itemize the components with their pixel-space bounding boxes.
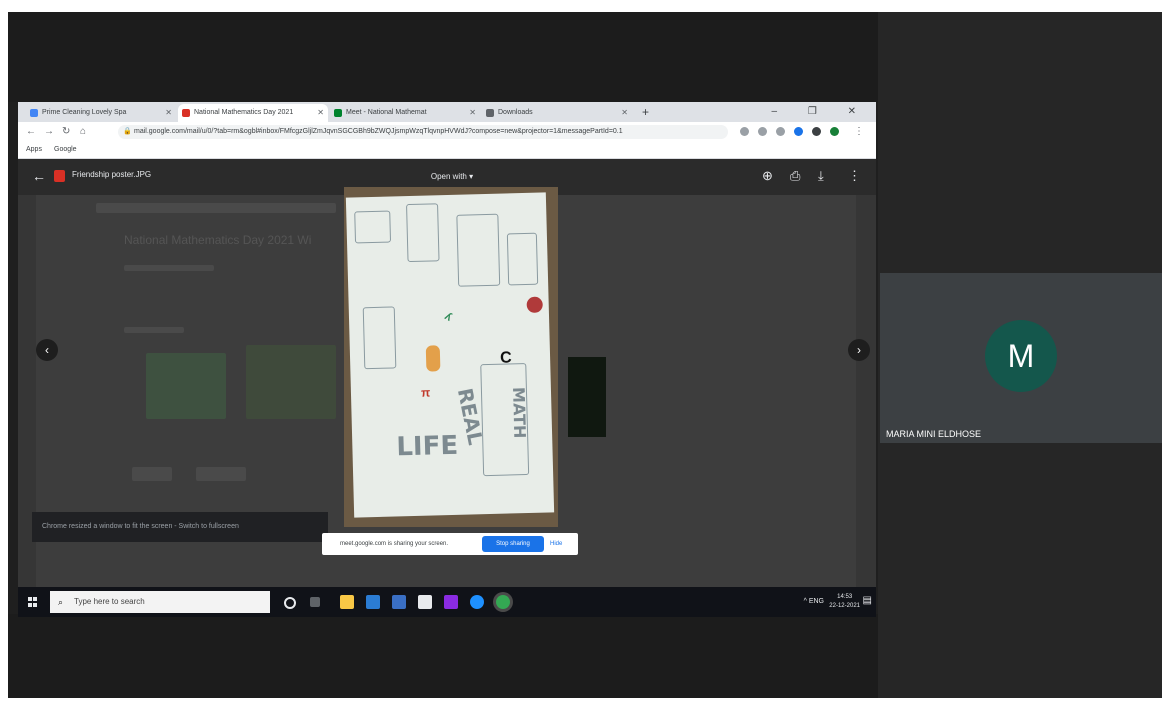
email-subject: National Mathematics Day 2021 Wi (124, 233, 312, 247)
poster-text: LIFE (396, 430, 459, 463)
open-with-button[interactable]: Open with ▾ (422, 167, 482, 187)
back-arrow-icon[interactable]: ← (26, 125, 36, 139)
image-file-icon (54, 170, 65, 182)
store-icon[interactable] (418, 595, 432, 609)
task-view-icon[interactable] (310, 597, 320, 607)
file-name: Friendship poster.JPG (72, 170, 152, 179)
shared-screen: Prime Cleaning Lovely Spa ✕ National Mat… (8, 12, 878, 698)
next-arrow-icon[interactable]: › (848, 339, 870, 361)
system-tray[interactable]: ^ ENG (804, 587, 824, 617)
address-bar[interactable]: 🔒 mail.google.com/mail/u/0/?tab=rm&ogbl#… (118, 125, 728, 139)
profile-avatar-icon[interactable] (830, 127, 839, 136)
mail-icon[interactable] (366, 595, 380, 609)
search-placeholder: Type here to search (74, 597, 145, 606)
forward-button[interactable] (196, 467, 246, 481)
more-menu-icon[interactable]: ⋮ (854, 125, 864, 139)
participant-name: MARIA MINI ELDHOSE (886, 429, 982, 439)
heart-drawing (526, 296, 543, 313)
tab-label: Prime Cleaning Lovely Spa (42, 109, 127, 116)
bookmark-apps[interactable]: Apps (26, 142, 42, 158)
home-icon[interactable]: ⌂ (80, 125, 86, 139)
chrome-notification[interactable]: Chrome resized a window to fit the scree… (32, 512, 328, 542)
reply-button[interactable] (132, 467, 172, 481)
browser-tab-3[interactable]: Meet - National Mathemat ✕ (330, 104, 480, 122)
extension-icon[interactable] (794, 127, 803, 136)
extension-icon[interactable] (758, 127, 767, 136)
close-icon[interactable]: ✕ (317, 104, 324, 122)
gmail-favicon-icon (182, 109, 190, 117)
forward-arrow-icon[interactable]: → (44, 125, 54, 139)
close-icon[interactable]: ✕ (621, 104, 628, 122)
windows-taskbar: ⌕ Type here to search ^ ENG 14:53 22-12-… (18, 587, 876, 617)
file-explorer-icon[interactable] (340, 595, 354, 609)
browser-toolbar: ← → ↻ ⌂ 🔒 mail.google.com/mail/u/0/?tab=… (18, 122, 876, 142)
share-message: meet.google.com is sharing your screen. (340, 541, 449, 547)
taskbar-clock[interactable]: 14:53 22-12-2021 (829, 593, 860, 611)
app-icon[interactable] (444, 595, 458, 609)
search-icon: ⌕ (58, 597, 64, 607)
tab-label: Downloads (498, 109, 533, 116)
extension-icon[interactable] (740, 127, 749, 136)
screen-share-bar: meet.google.com is sharing your screen. … (322, 533, 578, 555)
notifications-icon[interactable]: ▤ (863, 595, 872, 606)
poster-image: REAL LIFE MATH C π ʎ (344, 187, 558, 527)
poster-text: MATH (509, 386, 530, 439)
browser-window: Prime Cleaning Lovely Spa ✕ National Mat… (18, 102, 876, 614)
tab-label: National Mathematics Day 2021 (194, 109, 294, 116)
puzzle-icon[interactable] (812, 127, 821, 136)
close-icon[interactable]: ✕ (469, 104, 476, 122)
avatar: M (985, 320, 1057, 392)
lock-icon: 🔒 (123, 128, 132, 135)
download-icon (486, 109, 494, 117)
address-text: mail.google.com/mail/u/0/?tab=rm&ogbl#in… (134, 128, 623, 135)
previous-arrow-icon[interactable]: ‹ (36, 339, 58, 361)
meet-favicon-icon (334, 109, 342, 117)
cortana-icon[interactable] (284, 597, 296, 609)
windows-start-icon[interactable] (28, 597, 38, 607)
extension-icon[interactable] (776, 127, 785, 136)
add-to-drive-icon[interactable]: ⊕ (762, 168, 773, 184)
reload-icon[interactable]: ↻ (62, 125, 70, 139)
app-icon[interactable] (392, 595, 406, 609)
attachment-thumbnail[interactable] (146, 353, 226, 419)
clock-time: 14:53 (837, 594, 853, 600)
browser-tab-1[interactable]: Prime Cleaning Lovely Spa ✕ (26, 104, 176, 122)
more-options-icon[interactable]: ⋮ (848, 168, 861, 184)
window-controls[interactable]: – ❐ ✕ (772, 104, 870, 120)
download-icon[interactable]: ⤓ (818, 168, 824, 184)
new-tab-button[interactable]: + (642, 104, 649, 120)
back-arrow-icon[interactable]: ← (32, 168, 46, 184)
participant-tile: M MARIA MINI ELDHOSE (880, 273, 1162, 443)
browser-tab-4[interactable]: Downloads ✕ (482, 104, 632, 122)
browser-tab-2[interactable]: National Mathematics Day 2021 ✕ (178, 104, 328, 122)
close-icon[interactable]: ✕ (165, 104, 172, 122)
file-viewer: National Mathematics Day 2021 Wi ← Frien… (18, 159, 876, 614)
clock-date: 22-12-2021 (829, 603, 860, 609)
hide-button[interactable]: Hide (550, 533, 562, 555)
bookmarks-bar: Apps Google (18, 142, 876, 159)
bookmark-google[interactable]: Google (54, 142, 77, 158)
browser-tab-bar: Prime Cleaning Lovely Spa ✕ National Mat… (18, 102, 876, 122)
stop-sharing-button[interactable]: Stop sharing (482, 536, 544, 552)
tab-label: Meet - National Mathemat (346, 109, 427, 116)
attachment-thumbnail[interactable] (246, 345, 336, 419)
taskbar-search-box[interactable]: ⌕ Type here to search (50, 591, 270, 613)
chrome-icon[interactable] (496, 595, 510, 609)
print-icon[interactable]: ⎙ (790, 168, 800, 184)
edge-icon[interactable] (470, 595, 484, 609)
tab-favicon-icon (30, 109, 38, 117)
